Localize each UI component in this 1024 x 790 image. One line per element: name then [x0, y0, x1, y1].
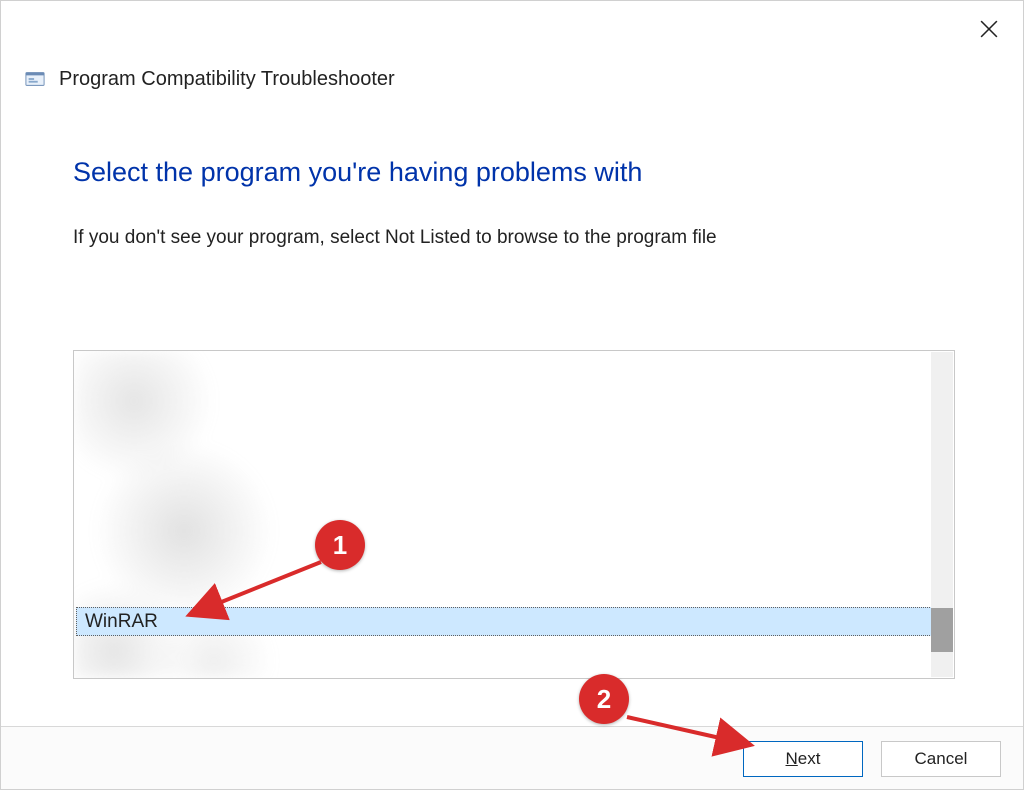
scrollbar-thumb[interactable]: [931, 608, 953, 652]
close-button[interactable]: [975, 15, 1003, 43]
troubleshooter-window: Program Compatibility Troubleshooter Sel…: [0, 0, 1024, 790]
next-button[interactable]: Next: [743, 741, 863, 777]
scrollbar-track[interactable]: [931, 352, 953, 677]
wizard-header: Program Compatibility Troubleshooter: [23, 67, 395, 91]
troubleshooter-icon: [23, 67, 47, 91]
footer-bar: Next Cancel: [1, 726, 1023, 789]
wizard-title: Program Compatibility Troubleshooter: [59, 68, 395, 91]
page-heading: Select the program you're having problem…: [73, 157, 642, 188]
next-label-rest: ext: [798, 749, 821, 768]
close-icon: [980, 20, 998, 38]
next-accelerator: N: [786, 749, 798, 768]
annotation-callout-1: 1: [315, 520, 365, 570]
program-list[interactable]: WinRAR: [73, 350, 955, 679]
list-item-selected[interactable]: WinRAR: [76, 607, 932, 636]
page-subtext: If you don't see your program, select No…: [73, 227, 717, 249]
cancel-button[interactable]: Cancel: [881, 741, 1001, 777]
annotation-callout-2: 2: [579, 674, 629, 724]
